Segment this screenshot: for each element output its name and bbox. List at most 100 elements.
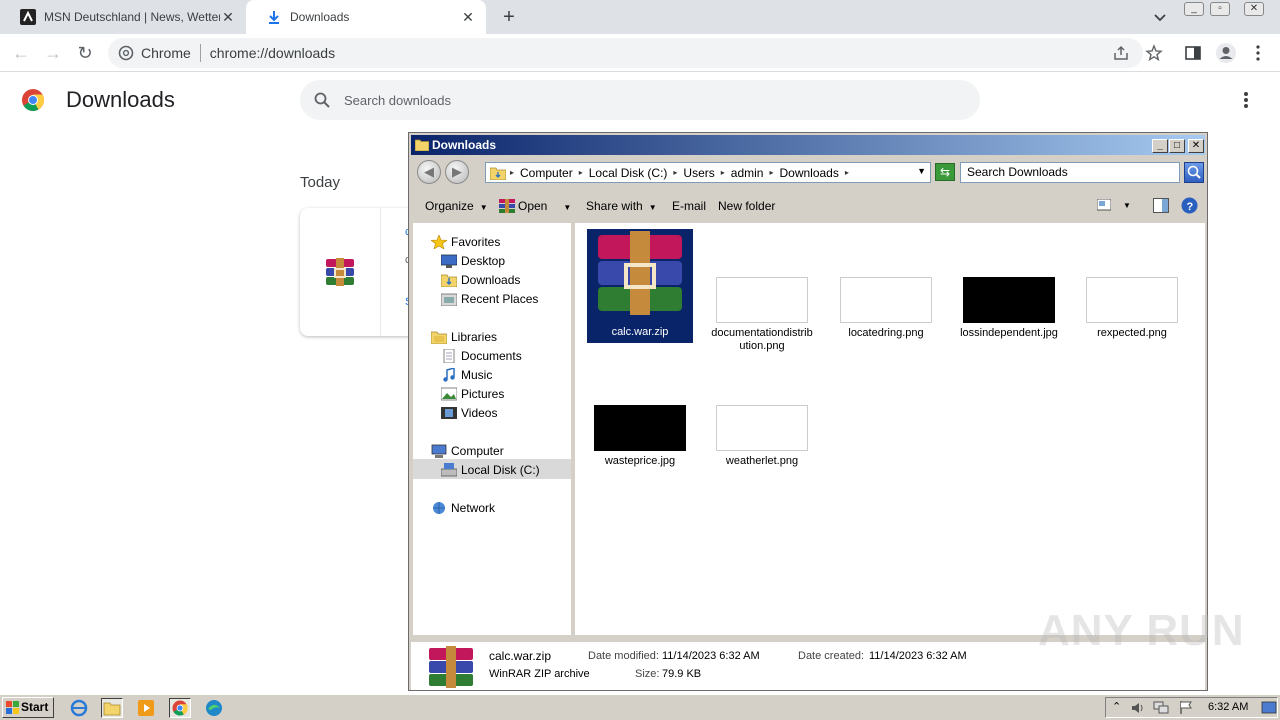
file-list: calc.war.zip documentationdistribution.p…: [575, 223, 1205, 635]
side-panel-icon[interactable]: [1184, 44, 1202, 62]
close-tab-icon[interactable]: ✕: [220, 9, 236, 25]
close-button[interactable]: ✕: [1188, 139, 1204, 153]
back-button[interactable]: ←: [10, 42, 32, 64]
explorer-titlebar[interactable]: Downloads _ □ ✕: [411, 135, 1205, 155]
taskbar: Start ⌃ 6:32 AM: [0, 694, 1280, 720]
start-button[interactable]: Start: [2, 697, 54, 718]
file-item[interactable]: documentationdistribution.png: [709, 277, 815, 353]
breadcrumb-computer[interactable]: Computer: [520, 166, 573, 180]
breadcrumb-downloads[interactable]: Downloads: [779, 166, 838, 180]
explorer-taskbar-button[interactable]: [101, 698, 123, 718]
view-options-icon[interactable]: [1097, 199, 1111, 212]
forward-button[interactable]: →: [42, 42, 64, 64]
chrome-logo-icon: [22, 89, 44, 111]
close-window-button[interactable]: ✕: [1244, 2, 1264, 16]
nav-favorites[interactable]: Favorites: [431, 233, 500, 251]
history-dropdown-icon[interactable]: ▼: [917, 166, 926, 176]
nav-label: Computer: [451, 444, 504, 458]
breadcrumb-arrow-icon[interactable]: ▸: [579, 168, 583, 177]
reload-button[interactable]: ↻: [74, 42, 96, 64]
chevron-down-icon[interactable]: [1152, 9, 1168, 25]
search-input[interactable]: Search downloads: [300, 80, 980, 120]
close-tab-icon[interactable]: ✕: [460, 9, 476, 25]
network-status-icon[interactable]: [1153, 701, 1169, 715]
breadcrumb-arrow-icon[interactable]: ▸: [769, 168, 773, 177]
more-actions-icon[interactable]: [1238, 90, 1254, 110]
file-item[interactable]: calc.war.zip: [587, 229, 693, 343]
file-item[interactable]: lossindependent.jpg: [956, 277, 1062, 340]
address-toolbar: ◀ ▶ ▸ Computer ▸ Local Disk (C:) ▸ Users…: [411, 157, 1205, 187]
minimize-button[interactable]: _: [1152, 139, 1168, 153]
site-chip: Chrome: [141, 45, 191, 61]
file-item[interactable]: rexpected.png: [1079, 277, 1185, 340]
file-name: rexpected.png: [1097, 327, 1167, 339]
email-button[interactable]: E-mail: [672, 199, 706, 213]
nav-label: Videos: [461, 406, 498, 420]
search-icon[interactable]: [1184, 162, 1204, 183]
menu-kebab-icon[interactable]: [1250, 44, 1266, 62]
file-item[interactable]: weatherlet.png: [709, 405, 815, 468]
file-item[interactable]: wasteprice.jpg: [587, 405, 693, 468]
browser-toolbar: ← → ↻ Chrome chrome://downloads: [0, 34, 1280, 72]
nav-videos[interactable]: Videos: [441, 404, 497, 422]
breadcrumb-local-disk[interactable]: Local Disk (C:): [589, 166, 668, 180]
maximize-button[interactable]: □: [1169, 139, 1185, 153]
clock[interactable]: 6:32 AM: [1208, 701, 1248, 713]
nav-music[interactable]: Music: [441, 366, 492, 384]
nav-label: Favorites: [451, 235, 501, 249]
nav-libraries[interactable]: Libraries: [431, 328, 497, 346]
action-center-flag-icon[interactable]: [1178, 700, 1194, 715]
documents-icon: [443, 349, 455, 363]
nav-local-disk[interactable]: Local Disk (C:): [441, 461, 540, 479]
start-label: Start: [21, 700, 49, 714]
window-title: Downloads: [432, 138, 497, 152]
nav-documents[interactable]: Documents: [441, 347, 522, 365]
new-folder-button[interactable]: New folder: [718, 199, 775, 213]
nav-label: Downloads: [461, 273, 521, 287]
profile-avatar-icon[interactable]: [1215, 42, 1237, 64]
edge-icon[interactable]: [203, 698, 225, 718]
nav-network[interactable]: Network: [431, 499, 495, 517]
nav-downloads[interactable]: Downloads: [441, 271, 520, 289]
watermark: ANY RUN: [1038, 606, 1245, 655]
minimize-button[interactable]: _: [1184, 2, 1204, 16]
internet-explorer-icon[interactable]: [68, 698, 90, 718]
new-tab-button[interactable]: +: [498, 6, 520, 28]
breadcrumb-users[interactable]: Users: [683, 166, 714, 180]
help-icon[interactable]: ?: [1181, 197, 1198, 214]
image-thumbnail: [840, 277, 932, 323]
breadcrumb-arrow-icon[interactable]: ▸: [845, 168, 849, 177]
chrome-taskbar-button[interactable]: [169, 698, 191, 718]
file-item[interactable]: locatedring.png: [833, 277, 939, 340]
breadcrumb-arrow-icon[interactable]: ▸: [510, 168, 514, 177]
nav-label: Libraries: [451, 330, 498, 344]
address-bar[interactable]: Chrome chrome://downloads: [108, 38, 1143, 68]
back-button[interactable]: ◀: [417, 160, 441, 184]
tab-msn[interactable]: MSN Deutschland | News, Wetter, Sport ✕: [0, 0, 246, 34]
nav-desktop[interactable]: Desktop: [441, 252, 505, 270]
search-input[interactable]: Search Downloads: [960, 162, 1180, 183]
nav-computer[interactable]: Computer: [431, 442, 504, 460]
share-with-button[interactable]: Share with ▼: [586, 199, 657, 213]
forward-button[interactable]: ▶: [445, 160, 469, 184]
preview-pane-icon[interactable]: [1153, 198, 1169, 213]
refresh-button[interactable]: ⇆: [935, 163, 955, 181]
nav-recent-places[interactable]: Recent Places: [441, 290, 538, 308]
view-dropdown-icon[interactable]: ▼: [1123, 201, 1131, 210]
bookmark-star-icon[interactable]: [1145, 44, 1163, 62]
open-button[interactable]: Open ▼: [499, 199, 571, 213]
share-icon[interactable]: [1112, 44, 1130, 62]
nav-pictures[interactable]: Pictures: [441, 385, 504, 403]
breadcrumb-arrow-icon[interactable]: ▸: [721, 168, 725, 177]
media-player-icon[interactable]: [135, 698, 157, 718]
detail-created: 11/14/2023 6:32 AM: [869, 650, 967, 662]
show-desktop-icon[interactable]: [1261, 701, 1277, 715]
volume-icon[interactable]: [1130, 701, 1146, 715]
tab-downloads[interactable]: Downloads ✕: [246, 0, 486, 34]
breadcrumb[interactable]: ▸ Computer ▸ Local Disk (C:) ▸ Users ▸ a…: [485, 162, 931, 183]
breadcrumb-arrow-icon[interactable]: ▸: [673, 168, 677, 177]
tray-expand-icon[interactable]: ⌃: [1112, 700, 1121, 713]
breadcrumb-admin[interactable]: admin: [731, 166, 764, 180]
organize-button[interactable]: Organize ▼: [425, 199, 488, 213]
restore-button[interactable]: ▫: [1210, 2, 1230, 16]
